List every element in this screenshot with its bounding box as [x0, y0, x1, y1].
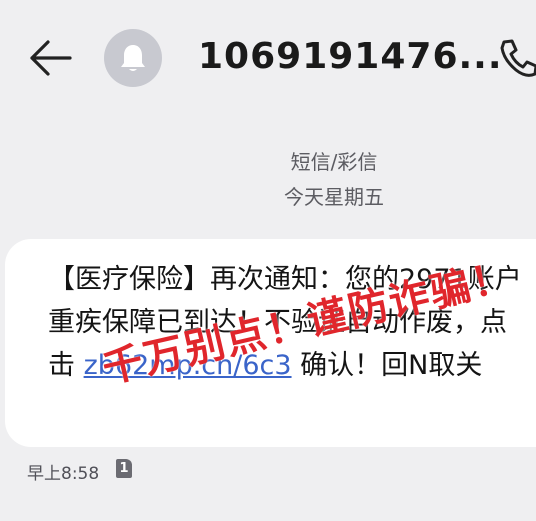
- bell-icon: [121, 45, 145, 71]
- phone-icon: [500, 39, 536, 77]
- arrow-left-icon: [30, 40, 72, 76]
- message-text: 【医疗保险】再次通知：您的2971账户重疾保障已到达！不验证自动作废，点击 zb…: [48, 258, 528, 387]
- sim-card-badge: 1: [116, 459, 132, 478]
- back-button[interactable]: [26, 36, 76, 80]
- message-type-label: 短信/彩信: [290, 150, 378, 174]
- call-button[interactable]: [496, 36, 536, 80]
- message-link[interactable]: zb62mp.cn/6c3: [84, 350, 292, 381]
- sender-number: 1069191476...: [198, 36, 503, 77]
- avatar[interactable]: [104, 29, 162, 87]
- message-text-part2: 确认！回N取关: [291, 350, 483, 381]
- message-time: 早上8:58: [27, 464, 100, 484]
- conversation-header: 1069191476...: [0, 0, 536, 118]
- date-divider: 今天星期五: [284, 185, 384, 209]
